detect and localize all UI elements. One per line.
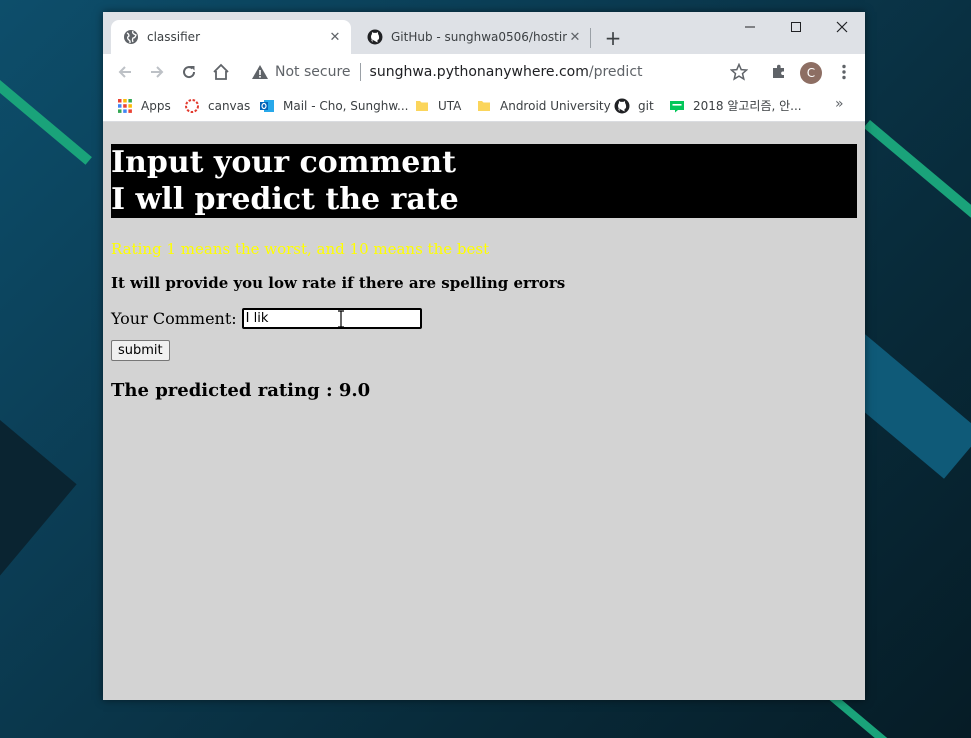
github-icon xyxy=(614,98,630,113)
wallpaper-stripe xyxy=(0,80,92,165)
rating-note: Rating 1 means the worst, and 10 means t… xyxy=(111,240,490,258)
comment-form-row: Your Comment: xyxy=(111,308,422,329)
apps-grid-icon xyxy=(118,98,132,113)
menu-button[interactable] xyxy=(832,60,856,84)
close-tab-icon[interactable]: ✕ xyxy=(567,29,583,45)
text-cursor-icon xyxy=(338,310,344,328)
bookmark-label: git xyxy=(638,98,654,113)
bookmark-uta[interactable]: UTA xyxy=(414,90,461,121)
home-button[interactable] xyxy=(209,60,233,84)
close-icon xyxy=(836,21,848,33)
bookmarks-bar: Apps canvas Mail - Cho, Sunghw... UTA An… xyxy=(103,90,865,122)
bookmark-label: Apps xyxy=(141,98,171,113)
folder-icon xyxy=(478,100,490,111)
bookmark-mail[interactable]: Mail - Cho, Sunghw... xyxy=(259,90,409,121)
tab-title: classifier xyxy=(147,30,200,44)
predicted-rating: The predicted rating : 9.0 xyxy=(111,380,371,401)
tab-separator xyxy=(590,28,591,48)
url-host: sunghwa.pythonanywhere.com xyxy=(369,64,589,80)
globe-icon xyxy=(124,30,138,44)
page-content: Input your comment I wll predict the rat… xyxy=(103,122,865,700)
close-tab-icon[interactable]: ✕ xyxy=(327,29,343,45)
bookmark-git[interactable]: git xyxy=(614,90,654,121)
security-label: Not secure xyxy=(275,64,351,80)
heading-line-1: Input your comment xyxy=(111,145,456,180)
bookmark-label: canvas xyxy=(208,98,251,113)
bookmark-label: Mail - Cho, Sunghw... xyxy=(283,98,409,113)
bookmark-star-button[interactable] xyxy=(727,60,751,84)
submit-button[interactable]: submit xyxy=(111,340,170,361)
canvas-icon xyxy=(185,98,199,113)
back-button[interactable] xyxy=(113,60,137,84)
wallpaper-stripe xyxy=(863,120,971,218)
profile-avatar[interactable]: C xyxy=(800,62,822,84)
forward-button[interactable] xyxy=(145,60,169,84)
bookmark-android-university[interactable]: Android University xyxy=(476,90,611,121)
address-separator xyxy=(359,63,361,81)
wallpaper-stripe xyxy=(0,420,77,638)
extensions-button[interactable] xyxy=(767,60,791,84)
tab-title: GitHub - sunghwa0506/hosting_ xyxy=(391,30,567,44)
minimize-icon xyxy=(745,26,755,28)
puzzle-icon xyxy=(773,64,784,78)
outlook-icon xyxy=(260,99,274,112)
tab-github[interactable]: GitHub - sunghwa0506/hosting_ ✕ xyxy=(355,20,591,54)
comment-label: Your Comment: xyxy=(111,309,237,328)
comment-input[interactable] xyxy=(241,308,422,329)
forward-arrow-icon xyxy=(151,66,164,78)
page-header: Input your comment I wll predict the rat… xyxy=(111,144,857,218)
tab-strip: classifier ✕ GitHub - sunghwa0506/hostin… xyxy=(103,12,865,54)
home-icon xyxy=(213,63,229,80)
bookmarks-overflow-button[interactable]: » xyxy=(835,96,844,112)
bookmark-blog[interactable]: 2018 알고리즘, 안... xyxy=(669,90,802,121)
minimize-button[interactable] xyxy=(727,12,773,42)
folder-icon xyxy=(416,100,428,111)
bookmark-label: Android University xyxy=(500,98,611,113)
reload-icon xyxy=(183,66,196,79)
blog-icon xyxy=(670,100,684,112)
new-tab-button[interactable]: + xyxy=(601,26,625,50)
bookmark-apps[interactable]: Apps xyxy=(117,90,171,121)
maximize-icon xyxy=(791,22,801,32)
reload-button[interactable] xyxy=(177,60,201,84)
spelling-note: It will provide you low rate if there ar… xyxy=(111,274,566,292)
tab-classifier[interactable]: classifier ✕ xyxy=(111,20,351,54)
url-path: /predict xyxy=(588,64,643,80)
bookmark-label: UTA xyxy=(438,98,462,113)
kebab-menu-icon xyxy=(842,64,846,80)
github-icon xyxy=(367,29,383,45)
back-arrow-icon xyxy=(118,66,131,78)
navigation-toolbar: Not secure sunghwa.pythonanywhere.com/pr… xyxy=(103,54,865,90)
browser-window: classifier ✕ GitHub - sunghwa0506/hostin… xyxy=(103,12,865,700)
maximize-button[interactable] xyxy=(773,12,819,42)
address-bar[interactable]: Not secure sunghwa.pythonanywhere.com/pr… xyxy=(243,58,793,86)
close-window-button[interactable] xyxy=(819,12,865,42)
bookmark-canvas[interactable]: canvas xyxy=(184,90,250,121)
star-icon xyxy=(730,63,748,81)
warning-icon[interactable] xyxy=(251,63,269,81)
heading-line-2: I wll predict the rate xyxy=(111,182,459,217)
bookmark-label: 2018 알고리즘, 안... xyxy=(693,99,802,113)
